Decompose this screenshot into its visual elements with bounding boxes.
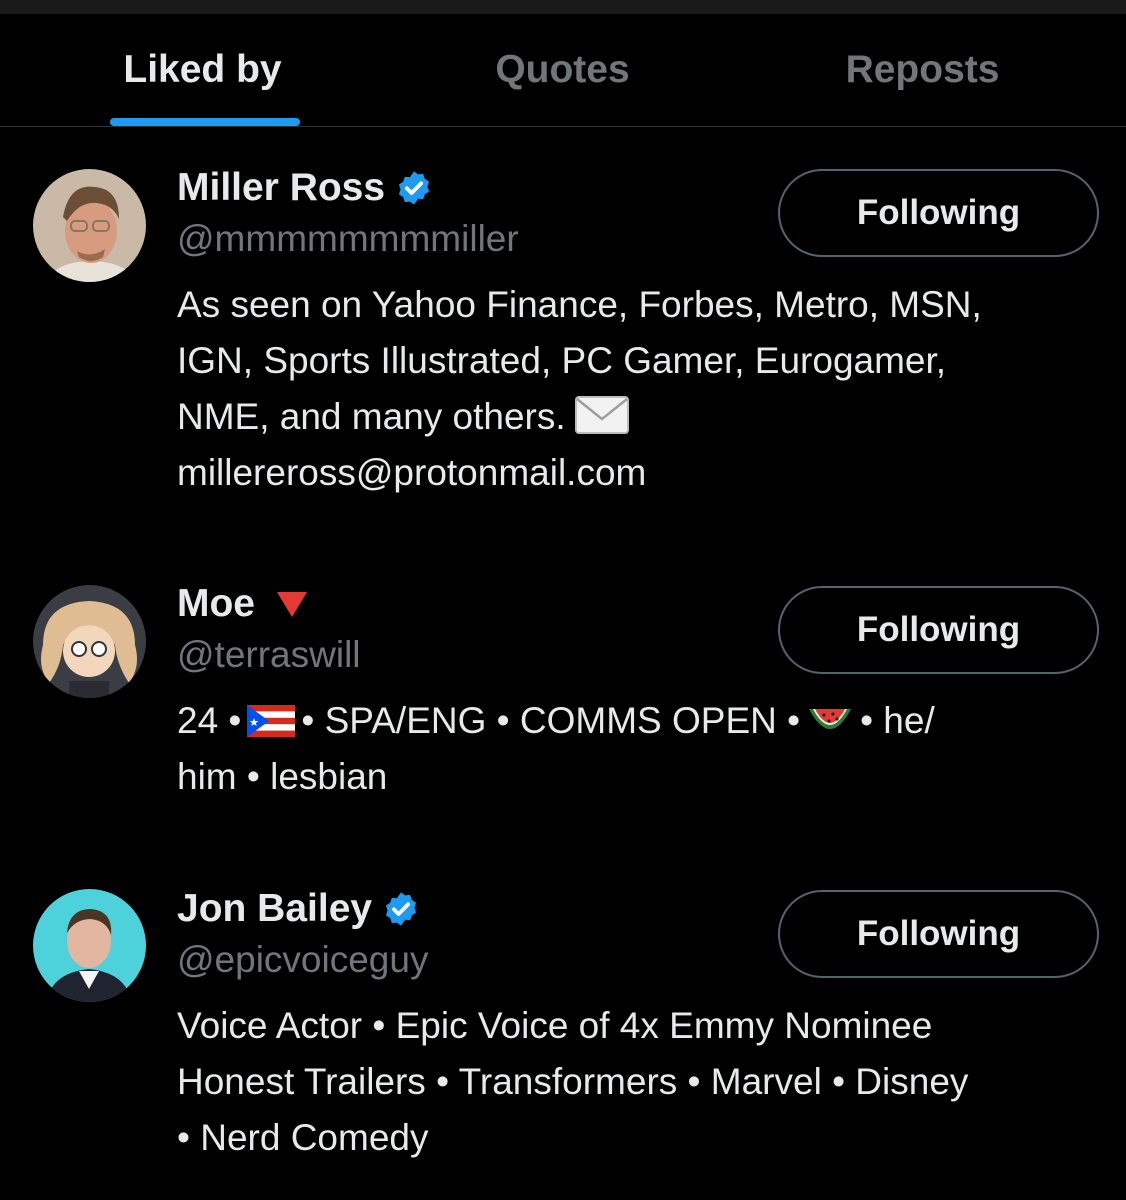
- envelope-icon: [574, 396, 629, 434]
- bio-email-link[interactable]: millereross@protonmail.com: [177, 445, 1107, 501]
- following-button[interactable]: Following: [778, 169, 1099, 257]
- bio-text: • SPA/ENG • COMMS OPEN •: [301, 700, 801, 741]
- bio-line: 24 • • SPA/ENG • COMMS OPEN • • he/: [177, 693, 1107, 749]
- watermelon-icon: [809, 709, 852, 729]
- user-bio: Voice Actor • Epic Voice of 4x Emmy Nomi…: [177, 998, 1107, 1166]
- user-handle: @terraswill: [177, 634, 361, 675]
- puerto-rico-flag-icon: [247, 705, 296, 737]
- bio-line: him • lesbian: [177, 756, 388, 797]
- avatar[interactable]: [33, 169, 146, 282]
- bio-line: Honest Trailers • Transformers • Marvel …: [177, 1061, 969, 1102]
- bio-line: As seen on Yahoo Finance, Forbes, Metro,…: [177, 284, 982, 325]
- name-row: Moe: [177, 580, 309, 628]
- user-bio: As seen on Yahoo Finance, Forbes, Metro,…: [177, 277, 1107, 501]
- bio-line: Voice Actor • Epic Voice of 4x Emmy Nomi…: [177, 1005, 933, 1046]
- user-handle: @epicvoiceguy: [177, 939, 429, 980]
- bio-text: • he/: [860, 700, 935, 741]
- bio-text: 24 •: [177, 700, 242, 741]
- user-cell[interactable]: Miller Ross @mmmmmmmmiller Following As …: [0, 0, 1126, 540]
- name-row: Jon Bailey: [177, 885, 420, 933]
- bio-text: NME, and many others.: [177, 396, 566, 437]
- verified-badge-icon: [399, 171, 430, 205]
- verified-badge-icon: [386, 892, 417, 926]
- avatar[interactable]: [33, 585, 146, 698]
- user-handle: @mmmmmmmmiller: [177, 218, 519, 259]
- display-name[interactable]: Miller Ross: [177, 166, 385, 210]
- display-name[interactable]: Jon Bailey: [177, 887, 372, 931]
- bio-line: • Nerd Comedy: [177, 1117, 429, 1158]
- bio-line: IGN, Sports Illustrated, PC Gamer, Eurog…: [177, 340, 947, 381]
- avatar[interactable]: [33, 889, 146, 1002]
- following-button[interactable]: Following: [778, 586, 1099, 674]
- bio-line: NME, and many others.: [177, 389, 1107, 445]
- following-button[interactable]: Following: [778, 890, 1099, 978]
- display-name[interactable]: Moe: [177, 582, 255, 626]
- user-bio: 24 • • SPA/ENG • COMMS OPEN • • he/ him • …: [177, 693, 1107, 805]
- red-triangle-icon: [277, 592, 307, 617]
- name-row: Miller Ross: [177, 164, 433, 212]
